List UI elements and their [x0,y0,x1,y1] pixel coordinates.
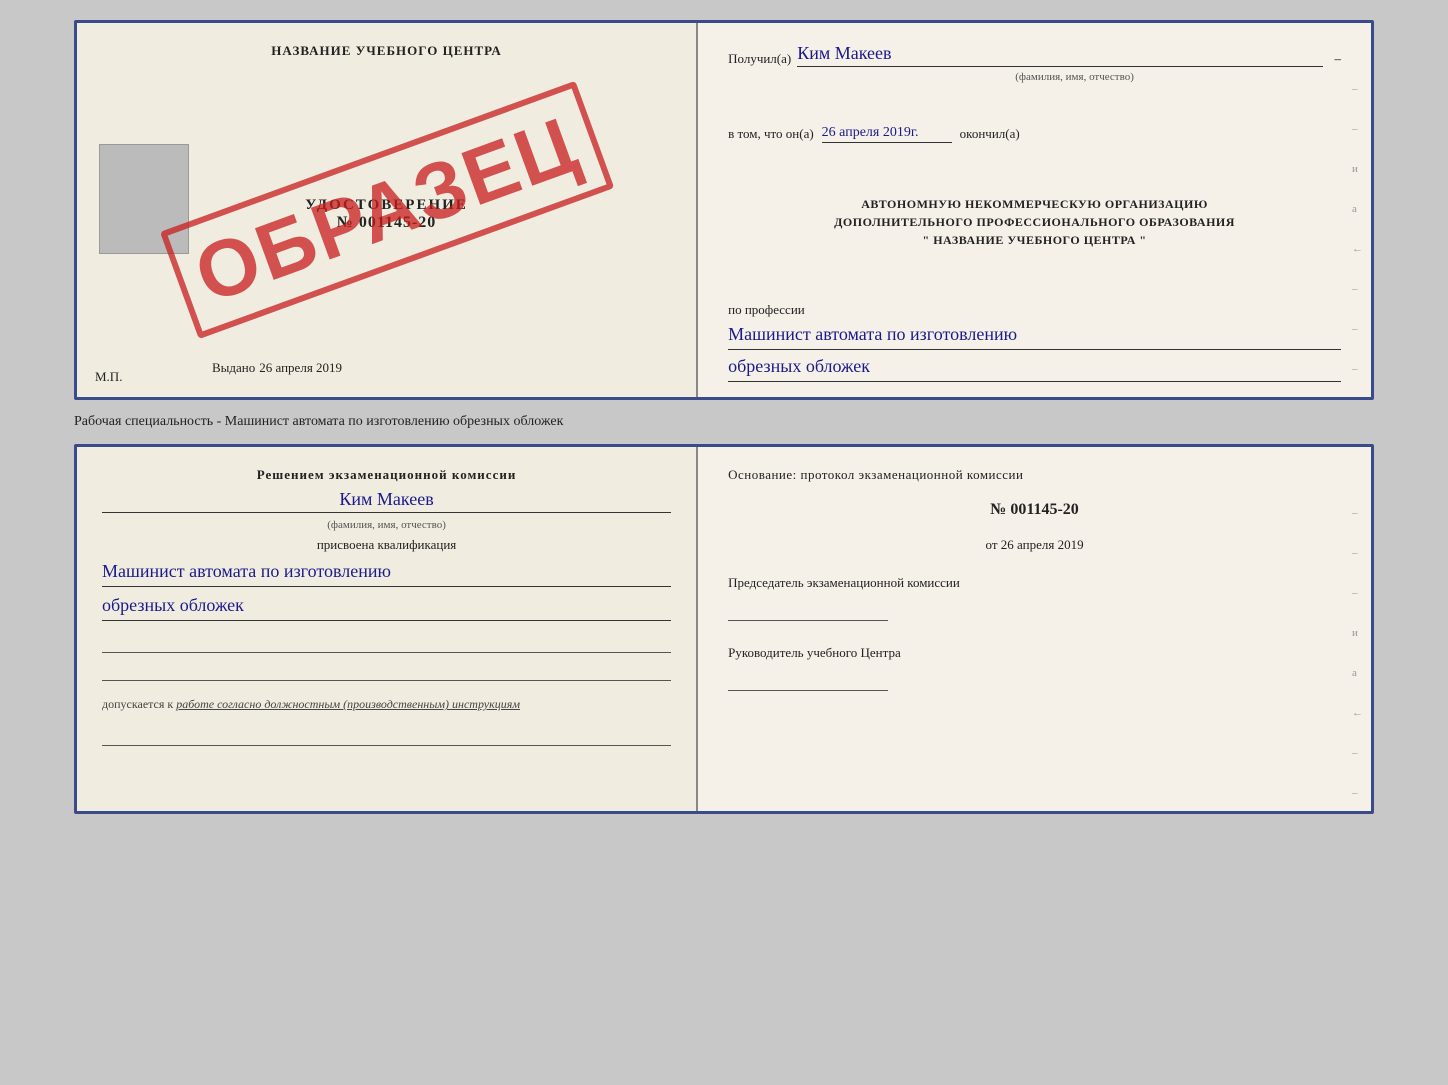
org-line2: ДОПОЛНИТЕЛЬНОГО ПРОФЕССИОНАЛЬНОГО ОБРАЗО… [728,213,1341,231]
org-name-block: АВТОНОМНУЮ НЕКОММЕРЧЕСКУЮ ОРГАНИЗАЦИЮ ДО… [728,195,1341,249]
org-line3: " НАЗВАНИЕ УЧЕБНОГО ЦЕНТРА " [728,231,1341,249]
top-cert-left: НАЗВАНИЕ УЧЕБНОГО ЦЕНТРА УДОСТОВЕРЕНИЕ №… [77,23,698,397]
issued-prefix: Выдано [212,360,255,375]
school-name-top: НАЗВАНИЕ УЧЕБНОГО ЦЕНТРА [271,43,502,59]
right-margin-lines: – – и а ← – – – – [1352,83,1363,400]
document-container: НАЗВАНИЕ УЧЕБНОГО ЦЕНТРА УДОСТОВЕРЕНИЕ №… [74,20,1374,814]
date-value: 26 апреля 2019г. [822,125,952,143]
profession-value2: обрезных обложек [728,354,1341,382]
bottom-line-1 [102,635,671,653]
bottom-lines-block [102,635,671,681]
issued-date: 26 апреля 2019 [259,360,342,375]
center-leader-block: Руководитель учебного Центра [728,645,1341,691]
chairman-block: Председатель экзаменационной комиссии [728,575,1341,621]
org-line1: АВТОНОМНУЮ НЕКОММЕРЧЕСКУЮ ОРГАНИЗАЦИЮ [728,195,1341,213]
recipient-name: Ким Макеев [797,43,1323,67]
date-line: в том, что он(а) 26 апреля 2019г. окончи… [728,125,1341,143]
cert-doc-block: УДОСТОВЕРЕНИЕ № 001145-20 [305,197,468,232]
recipient-section: Получил(а) Ким Макеев – (фамилия, имя, о… [728,43,1341,83]
protocol-date-prefix: от [986,537,998,552]
bottom-cert-right: Основание: протокол экзаменационной коми… [698,447,1371,811]
protocol-number: № 001145-20 [728,501,1341,519]
qualification-label: присвоена квалификация [102,537,671,553]
decision-name: Ким Макеев [102,489,671,513]
cert-doc-number: № 001145-20 [305,214,468,232]
recipient-label: Получил(а) [728,51,791,67]
profession-label: по профессии [728,302,1341,318]
protocol-date-value: 26 апреля 2019 [1001,537,1084,552]
admitted-prefix: допускается к [102,697,173,711]
chairman-label: Председатель экзаменационной комиссии [728,575,1341,591]
bottom-certificate: Решением экзаменационной комиссии Ким Ма… [74,444,1374,814]
bottom-line-3 [102,728,671,746]
fio-hint-bottom: (фамилия, имя, отчество) [102,519,671,531]
cert-doc-label: УДОСТОВЕРЕНИЕ [305,197,468,214]
qualification-value2: обрезных обложек [102,593,671,621]
mp-label: М.П. [95,369,122,385]
top-certificate: НАЗВАНИЕ УЧЕБНОГО ЦЕНТРА УДОСТОВЕРЕНИЕ №… [74,20,1374,400]
bottom-line-2 [102,663,671,681]
completed-label: окончил(а) [960,126,1020,142]
photo-placeholder [99,144,189,254]
recipient-line: Получил(а) Ким Макеев – [728,43,1341,67]
date-label: в том, что он(а) [728,126,814,142]
decision-label: Решением экзаменационной комиссии [102,467,671,483]
profession-value1: Машинист автомата по изготовлению [728,322,1341,350]
leader-signature-line [728,667,888,691]
middle-specialty-text: Рабочая специальность - Машинист автомат… [74,410,1374,434]
cert-issued-bottom: Выдано 26 апреля 2019 [102,359,671,377]
profession-section: по профессии Машинист автомата по изгото… [728,294,1341,382]
protocol-date: от 26 апреля 2019 [728,537,1341,553]
bottom-cert-left: Решением экзаменационной комиссии Ким Ма… [77,447,698,811]
chairman-signature-line [728,597,888,621]
admitted-italic: работе согласно должностным (производств… [176,697,520,711]
top-cert-right: Получил(а) Ким Макеев – (фамилия, имя, о… [698,23,1371,397]
admitted-text: допускается к работе согласно должностны… [102,697,671,712]
qualification-value1: Машинист автомата по изготовлению [102,559,671,587]
right-margin-lines-bottom: – – – и а ← – – – – [1352,507,1363,814]
center-leader-label: Руководитель учебного Центра [728,645,1341,661]
fio-hint-top: (фамилия, имя, отчество) [808,71,1341,83]
osnование-block: Основание: протокол экзаменационной коми… [728,467,1341,483]
